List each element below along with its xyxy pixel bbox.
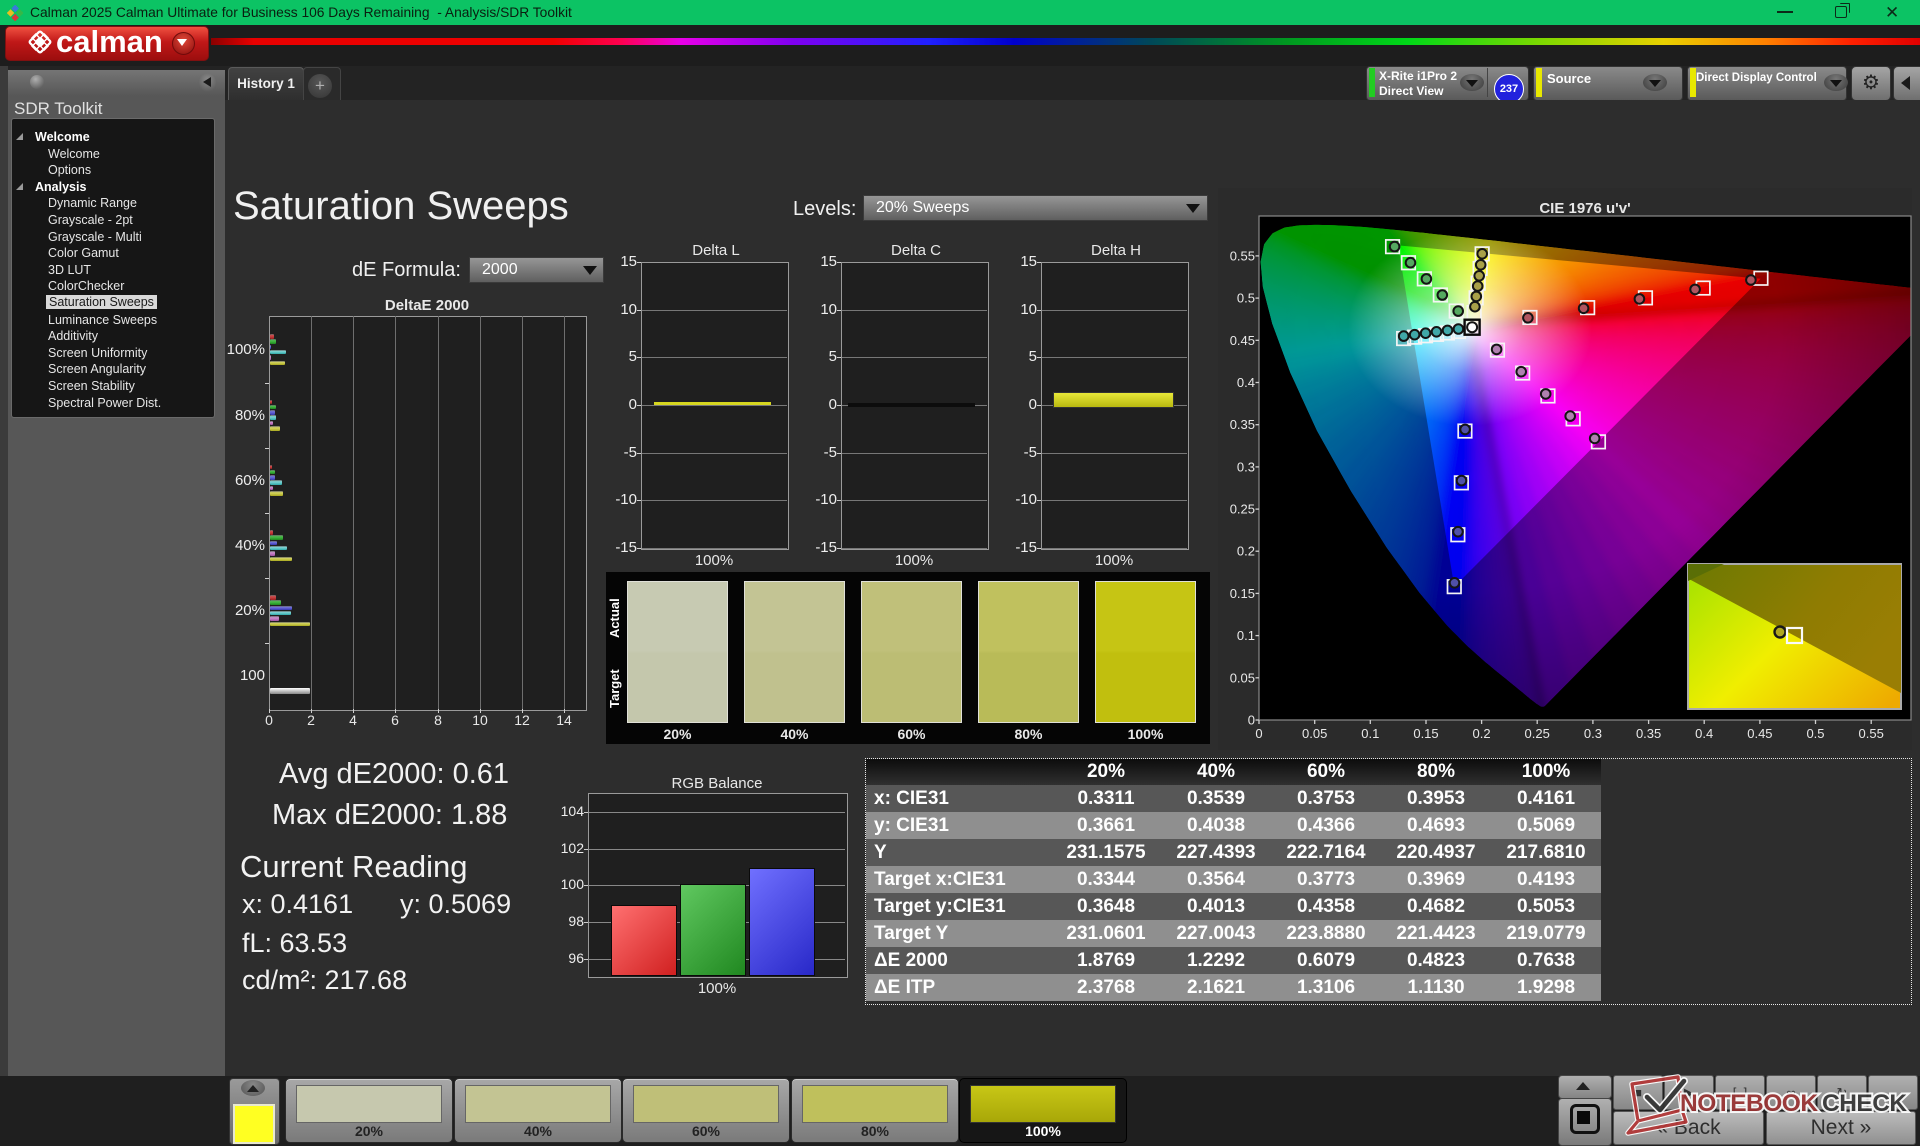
svg-text:0: 0 bbox=[1255, 726, 1262, 741]
svg-text:0.3: 0.3 bbox=[1584, 726, 1602, 741]
svg-text:0.4: 0.4 bbox=[1695, 726, 1713, 741]
svg-text:0.25: 0.25 bbox=[1230, 502, 1255, 517]
svg-text:CIE 1976 u'v': CIE 1976 u'v' bbox=[1539, 200, 1630, 217]
svg-text:0.15: 0.15 bbox=[1230, 586, 1255, 601]
svg-text:0.05: 0.05 bbox=[1302, 726, 1327, 741]
svg-text:0.45: 0.45 bbox=[1747, 726, 1772, 741]
svg-text:0.25: 0.25 bbox=[1525, 726, 1550, 741]
svg-text:NOTEBOOK: NOTEBOOK bbox=[1680, 1090, 1818, 1117]
svg-text:0.1: 0.1 bbox=[1237, 628, 1255, 643]
svg-text:0: 0 bbox=[1248, 713, 1255, 728]
svg-text:0.45: 0.45 bbox=[1230, 333, 1255, 348]
svg-text:CHECK: CHECK bbox=[1822, 1090, 1907, 1117]
svg-text:0.4: 0.4 bbox=[1237, 375, 1255, 390]
svg-text:0.35: 0.35 bbox=[1636, 726, 1661, 741]
svg-text:0.2: 0.2 bbox=[1237, 544, 1255, 559]
svg-text:0.05: 0.05 bbox=[1230, 670, 1255, 685]
svg-text:0.5: 0.5 bbox=[1237, 291, 1255, 306]
svg-text:0.3: 0.3 bbox=[1237, 459, 1255, 474]
svg-text:0.35: 0.35 bbox=[1230, 417, 1255, 432]
svg-text:0.5: 0.5 bbox=[1806, 726, 1824, 741]
svg-text:0.15: 0.15 bbox=[1413, 726, 1438, 741]
svg-text:0.1: 0.1 bbox=[1361, 726, 1379, 741]
svg-text:0.55: 0.55 bbox=[1859, 726, 1884, 741]
svg-text:0.55: 0.55 bbox=[1230, 248, 1255, 263]
svg-text:0.2: 0.2 bbox=[1473, 726, 1491, 741]
